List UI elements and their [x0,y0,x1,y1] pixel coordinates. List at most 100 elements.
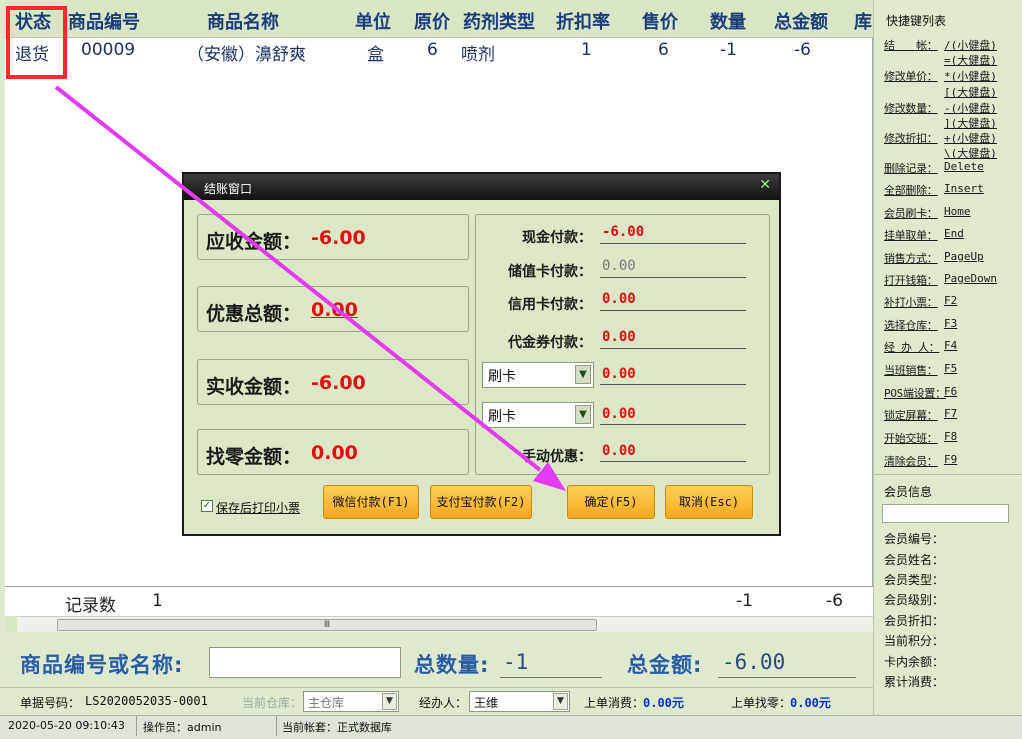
shortcut-action: 补打小票： [884,296,938,309]
horizontal-scrollbar[interactable]: Ⅲ [17,616,873,632]
stored-card-value[interactable]: 0.00 [602,258,636,274]
footer-qty: -1 [736,591,753,611]
manual-discount-value[interactable]: 0.00 [602,443,636,459]
scrollbar-thumb[interactable]: Ⅲ [57,619,597,631]
shortcut-action: 清除会员： [884,455,938,468]
shortcut-key: PageUp [944,250,984,263]
receivable-label: 应收金额： [206,231,302,253]
right-panel: 快捷键列表 结 帐： /(小健盘) =(大健盘) 修改单价： *(小健盘) [(大健盘) 修… [873,0,1022,720]
close-icon[interactable]: ✕ [759,177,771,193]
warehouse-value: 主仓库 [308,696,345,710]
shortcut-key: F4 [944,339,958,352]
cancel-button[interactable]: 取消(Esc) [665,485,753,519]
payment-method-select-2[interactable]: 刷卡 ▼ [482,402,594,428]
stored-card-underline [600,277,746,278]
chevron-down-icon[interactable]: ▼ [553,693,568,710]
shortcut-action: 经 办 人： [884,341,940,354]
shortcut-key: F3 [944,317,958,330]
change-box: 找零金额： 0.00 [197,429,469,475]
confirm-button[interactable]: 确定(F5) [567,485,655,519]
col-name[interactable]: 商品名称 [207,8,279,34]
status-account: 当前帐套：正式数据库 [282,721,392,734]
shortcut-key: =(大健盘) [944,54,997,67]
shortcut-key: F8 [944,430,958,443]
member-field: 当前积分： [884,634,945,648]
warehouse-label: 当前仓库： [242,696,303,710]
wechat-pay-button[interactable]: 微信付款(F1) [323,485,419,519]
shortcut-key: *(小健盘) [944,70,997,83]
col-total[interactable]: 总金额 [774,8,828,34]
amount-underline [718,677,856,678]
shortcut-action: 开始交班： [884,432,938,445]
payment-method-2-value: 刷卡 [488,409,516,425]
cell-price: 6 [658,40,669,60]
product-search-input[interactable] [209,647,401,678]
grid-footer: 记录数 1 -1 -6 [5,586,873,616]
col-orig-price[interactable]: 原价 [414,8,450,34]
voucher-underline [600,348,746,349]
voucher-value[interactable]: 0.00 [602,329,636,345]
payment-method-select-1[interactable]: 刷卡 ▼ [482,362,594,388]
chevron-down-icon[interactable]: ▼ [575,405,591,424]
warehouse-select[interactable]: 主仓库 ▼ [303,691,399,712]
shortcut-action: 修改折扣： [884,132,938,145]
shortcut-action: 全部删除： [884,184,938,197]
shortcut-key: F2 [944,294,958,307]
total-amount-label: 总金额: [627,653,703,677]
member-field: 会员级别： [884,593,945,607]
col-type[interactable]: 药剂类型 [463,8,535,34]
print-receipt-label[interactable]: 保存后打印小票 [216,499,300,516]
shortcut-action: 会员刷卡： [884,207,938,220]
col-discount[interactable]: 折扣率 [556,8,610,34]
col-price[interactable]: 售价 [642,8,678,34]
dialog-titlebar[interactable]: 结账窗口 ✕ [184,174,779,200]
cell-qty: -1 [720,40,737,60]
credit-card-value[interactable]: 0.00 [602,291,636,307]
discount-value[interactable]: 0.00 [311,299,358,321]
member-field: 卡内余额： [884,655,945,669]
shortcut-key: /(小健盘) [944,39,997,52]
member-card-input[interactable] [882,504,1009,523]
col-qty[interactable]: 数量 [710,8,746,34]
received-value: -6.00 [311,372,366,394]
last-consume-label: 上单消费： [584,696,645,710]
scrollbar-grip: Ⅲ [323,620,331,630]
col-stock[interactable]: 库 [854,8,872,34]
shortcut-action: 修改单价： [884,70,938,83]
shortcut-key: ](大健盘) [944,117,997,130]
change-label: 找零金额： [206,446,302,468]
shortcut-key: End [944,227,964,240]
discount-box: 优惠总额： 0.00 [197,286,469,332]
payment-method-2-amount[interactable]: 0.00 [602,406,636,422]
chevron-down-icon[interactable]: ▼ [382,693,397,710]
handler-select[interactable]: 王维 ▼ [469,691,570,712]
col-code[interactable]: 商品编号 [68,8,140,34]
payments-box: 现金付款： -6.00 储值卡付款： 0.00 信用卡付款： 0.00 代金券付… [475,214,770,475]
col-unit[interactable]: 单位 [355,8,391,34]
manual-discount-label: 手动优惠： [522,449,592,465]
doc-number-label: 单据号码： [20,696,81,710]
shortcut-key: Delete [944,160,984,173]
cell-discount: 1 [581,40,592,60]
received-box: 实收金额： -6.00 [197,359,469,405]
print-receipt-checkbox[interactable]: ✓ [201,500,213,512]
chevron-down-icon[interactable]: ▼ [575,365,591,384]
change-value: 0.00 [311,442,358,464]
shortcut-key: -(小健盘) [944,102,997,115]
panel-divider [874,474,1022,475]
handler-value: 王维 [474,696,499,710]
method1-underline [600,384,746,385]
cell-name: （安徽）濞舒爽 [187,45,306,65]
cash-value[interactable]: -6.00 [602,224,644,240]
shortcut-key: F7 [944,407,958,420]
shortcut-key: F9 [944,453,958,466]
alipay-button[interactable]: 支付宝付款(F2) [430,485,532,519]
shortcut-key: [(大健盘) [944,86,997,99]
member-field: 累计消费： [884,675,945,689]
payment-method-1-amount[interactable]: 0.00 [602,366,636,382]
last-consume-value: 0.00元 [643,696,684,710]
shortcut-key: Insert [944,182,984,195]
credit-card-label: 信用卡付款： [508,297,592,313]
manual-discount-underline [600,461,746,462]
footer-count: 1 [152,591,163,611]
